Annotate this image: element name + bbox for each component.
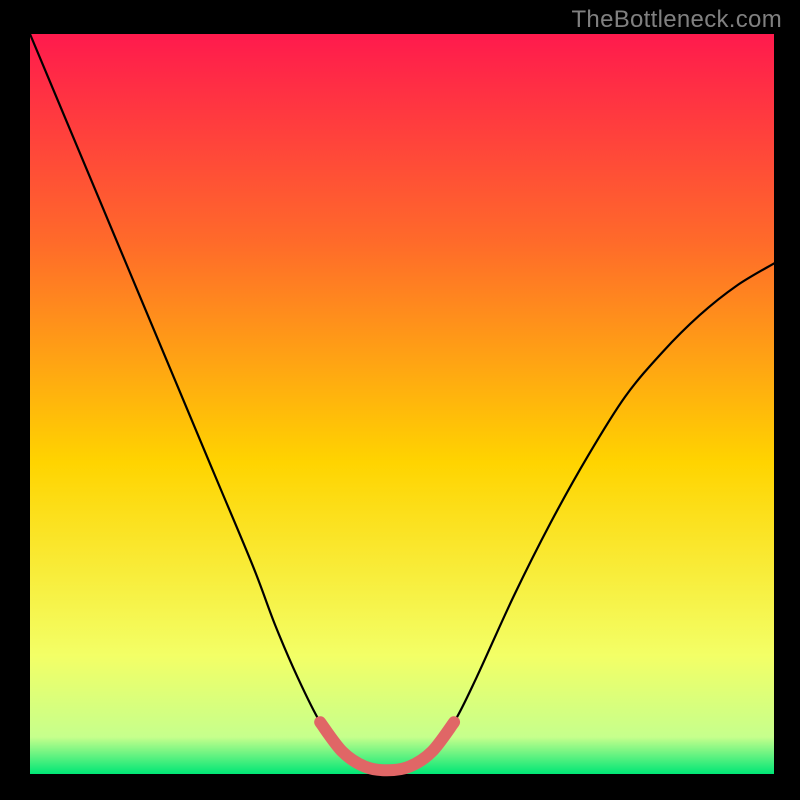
plot-background	[30, 34, 774, 774]
watermark-text: TheBottleneck.com	[571, 6, 782, 34]
chart-container: { "watermark": "TheBottleneck.com", "col…	[0, 0, 800, 800]
bottleneck-chart	[0, 0, 800, 800]
